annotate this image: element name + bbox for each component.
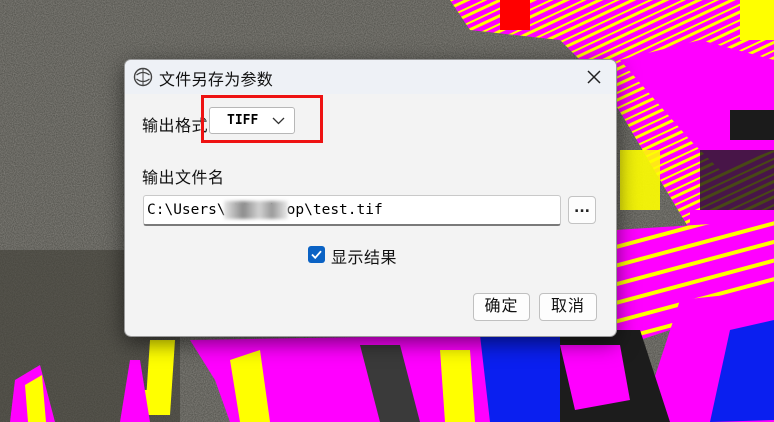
format-value: TIFF [227,113,259,128]
format-select[interactable]: TIFF [209,107,295,134]
output-path-input[interactable]: C:\Users\ \Desktop\test.tif [143,195,561,226]
format-label: 输出格式 [142,116,209,135]
dialog-titlebar[interactable]: 文件另存为参数 [125,60,616,94]
show-result-label[interactable]: 显示结果 [331,244,397,268]
chevron-down-icon [272,117,285,125]
cancel-button[interactable]: 取消 [539,293,597,321]
ok-button[interactable]: 确定 [473,293,530,321]
close-icon [587,70,601,84]
dialog-title: 文件另存为参数 [159,70,274,89]
redacted-username [224,201,288,219]
app-logo-icon [133,67,153,87]
browse-button[interactable]: ... [568,196,596,224]
save-as-params-dialog: 文件另存为参数 输出格式 TIFF 输出文件名 C:\Users\ \Deskt… [124,59,617,337]
show-result-checkbox[interactable] [308,246,325,263]
close-button[interactable] [572,60,616,94]
checkmark-icon [311,250,322,260]
filename-label: 输出文件名 [142,168,225,187]
